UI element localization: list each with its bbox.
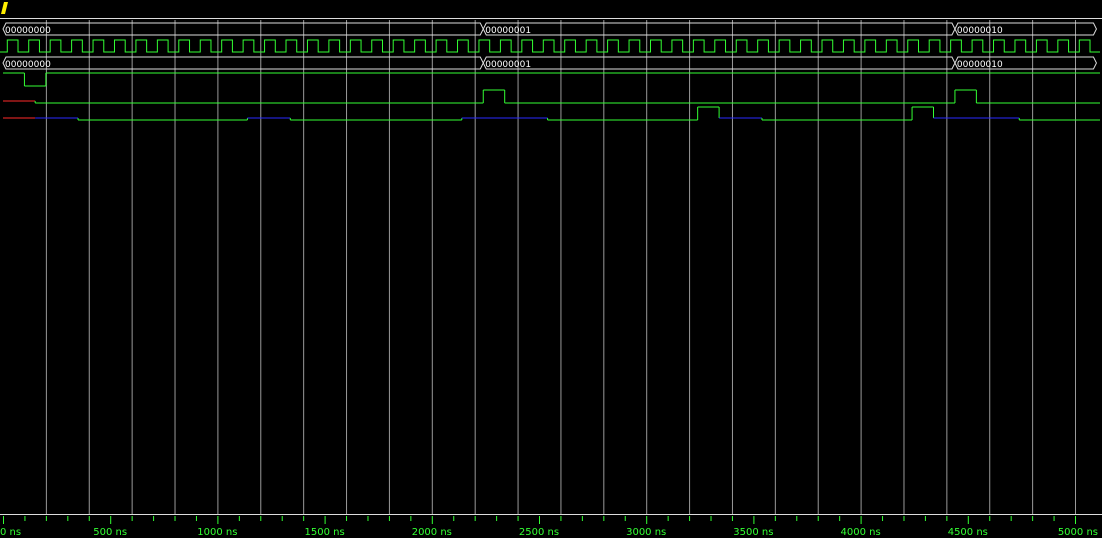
axis-tick-label: 2500 ns [519,527,559,538]
axis-tick-label: 1500 ns [305,527,345,538]
bus-segment [482,22,956,36]
axis-tick-label: 4500 ns [948,527,988,538]
grid-lines [0,18,1102,514]
time-axis: 0 ns 500 ns 1000 ns 1500 ns 2000 ns 2500 ns 30… [0,514,1102,538]
bus-value-label: 00000001 [485,26,531,36]
bus-value-label: 00000010 [957,26,1003,36]
bus-segment [2,22,484,36]
axis-tick-label: 3500 ns [733,527,773,538]
bus-value-label: 00000001 [485,60,531,70]
signal-rows: 00000000 00000001 00000010 00000000 00000001… [0,22,1100,121]
axis-tick-label: 1000 ns [197,527,237,538]
bus-value-label: 00000000 [5,26,51,36]
bus-value-label: 00000000 [5,60,51,70]
bus-segment [482,56,956,70]
axis-tick-label: 5000 ns [1058,527,1098,538]
waveform-viewer[interactable]: 00000000 00000001 00000010 00000000 00000001… [0,0,1102,538]
axis-tick-label: 2000 ns [412,527,452,538]
axis-tick-label: 3000 ns [626,527,666,538]
axis-tick-label: 500 ns [93,527,127,538]
waveform-canvas[interactable]: 00000000 00000001 00000010 00000000 00000001… [0,0,1102,538]
bus-segment [2,56,484,70]
top-bar [0,0,1102,18]
axis-tick-label: 0 ns [0,527,21,538]
clock-waveform [0,39,1100,53]
bus-value-label: 00000010 [957,60,1003,70]
axis-tick-label: 4000 ns [841,527,881,538]
